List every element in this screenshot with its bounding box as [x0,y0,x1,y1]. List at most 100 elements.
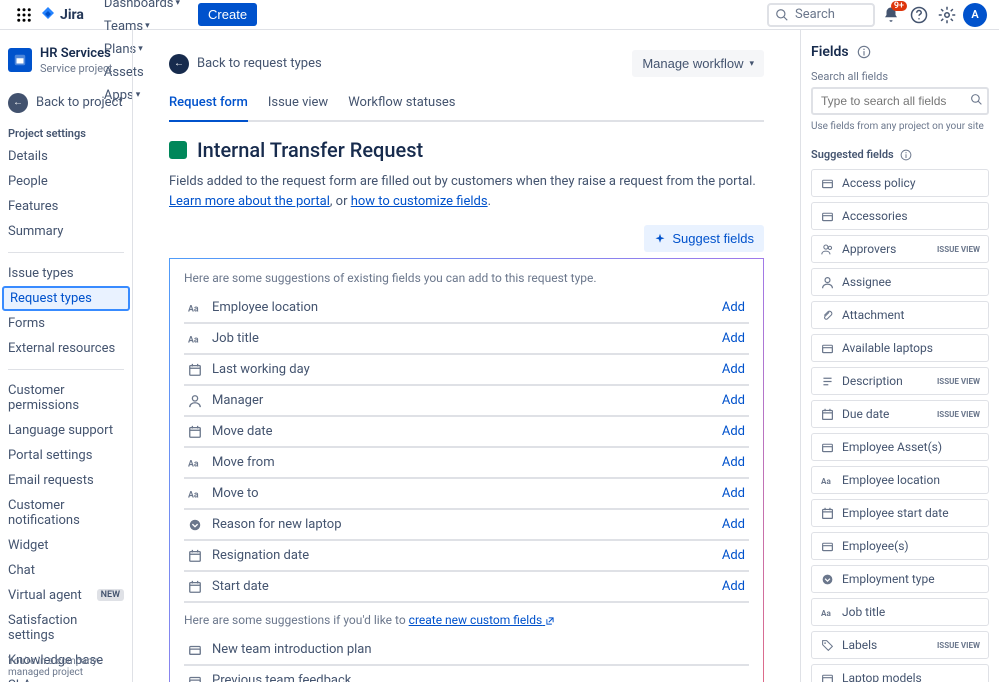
suggestion-row: Resignation date Add [184,541,749,572]
text-icon [820,473,834,487]
manage-workflow-button[interactable]: Manage workflow▾ [632,50,764,77]
folder-icon [188,674,202,682]
sidebar-item-summary[interactable]: Summary [0,219,132,244]
field-item-job-title[interactable]: Job title [811,598,989,626]
existing-intro: Here are some suggestions of existing fi… [184,271,749,285]
global-search[interactable]: Search [767,3,875,27]
field-item-employment-type[interactable]: Employment type [811,565,989,593]
add-field-link[interactable]: Add [722,362,745,377]
sidebar-item-external-resources[interactable]: External resources [0,336,132,361]
sidebar-item-widget[interactable]: Widget [0,533,132,558]
field-name: Move from [212,455,275,470]
field-item-description[interactable]: DescriptionISSUE VIEW [811,367,989,395]
folder-icon [820,176,834,190]
para-icon [820,374,834,388]
users-icon [820,242,834,256]
date-icon [188,363,202,377]
add-field-link[interactable]: Add [722,331,745,346]
add-field-link[interactable]: Add [722,517,745,532]
app-switcher-icon[interactable] [12,3,36,27]
field-item-employee-start-date[interactable]: Employee start date [811,499,989,527]
tab-issue-view[interactable]: Issue view [268,89,328,120]
text-icon [188,456,202,470]
sparkle-icon [654,233,666,245]
field-item-available-laptops[interactable]: Available laptops [811,334,989,362]
suggest-fields-button[interactable]: Suggest fields [644,225,764,252]
field-item-accessories[interactable]: Accessories [811,202,989,230]
field-name: Employee location [212,300,318,315]
date-icon [188,549,202,563]
folder-icon [188,643,202,657]
learn-more-link[interactable]: Learn more about the portal [169,194,330,209]
add-field-link[interactable]: Add [722,300,745,315]
project-type: Service project [40,62,112,75]
suggestion-row: Job title Add [184,324,749,355]
notifications-icon[interactable]: 9+ [879,3,903,27]
field-item-laptop-models[interactable]: Laptop models [811,664,989,682]
project-icon [8,48,32,72]
field-name: Resignation date [212,548,309,563]
field-item-employee-asset-s-[interactable]: Employee Asset(s) [811,433,989,461]
main-content: ← Back to request types Manage workflow▾… [133,30,800,682]
sidebar-item-portal-settings[interactable]: Portal settings [0,443,132,468]
sidebar-item-details[interactable]: Details [0,144,132,169]
field-item-access-policy[interactable]: Access policy [811,169,989,197]
search-icon [775,8,789,22]
sidebar-item-virtual-agent[interactable]: Virtual agentNEW [0,583,132,608]
suggestion-row: Last working day Add [184,355,749,386]
description: Fields added to the request form are fil… [169,172,764,211]
tab-workflow-statuses[interactable]: Workflow statuses [348,89,455,120]
sidebar-item-email-requests[interactable]: Email requests [0,468,132,493]
date-icon [820,506,834,520]
avatar[interactable]: A [963,3,987,27]
sidebar-item-chat[interactable]: Chat [0,558,132,583]
add-field-link[interactable]: Add [722,393,745,408]
help-icon[interactable] [907,3,931,27]
sidebar-item-satisfaction-settings[interactable]: Satisfaction settings [0,608,132,648]
nav-dashboards[interactable]: Dashboards ▾ [96,0,188,15]
field-search-input[interactable] [811,87,989,115]
sidebar-item-customer-notifications[interactable]: Customer notifications [0,493,132,533]
field-item-employee-location[interactable]: Employee location [811,466,989,494]
field-item-employee-s-[interactable]: Employee(s) [811,532,989,560]
field-item-labels[interactable]: LabelsISSUE VIEW [811,631,989,659]
suggestion-row: ManagerAdd [184,386,749,417]
user-icon [188,394,202,408]
sidebar-item-customer-permissions[interactable]: Customer permissions [0,378,132,418]
folder-icon [820,209,834,223]
field-item-assignee[interactable]: Assignee [811,268,989,296]
field-item-due-date[interactable]: Due dateISSUE VIEW [811,400,989,428]
field-name: Job title [212,331,259,346]
sidebar-item-features[interactable]: Features [0,194,132,219]
field-name: Previous team feedback [212,673,351,682]
jira-logo[interactable]: Jira [40,7,84,23]
sidebar-item-people[interactable]: People [0,169,132,194]
sidebar-item-language-support[interactable]: Language support [0,418,132,443]
folder-icon [820,440,834,454]
add-field-link[interactable]: Add [722,548,745,563]
back-to-project[interactable]: ← Back to project [0,87,132,119]
dropdown-icon [820,572,834,586]
create-custom-fields-link[interactable]: create new custom fields [409,613,556,627]
create-button[interactable]: Create [198,3,257,26]
text-icon [188,487,202,501]
customize-fields-link[interactable]: how to customize fields [351,194,488,209]
settings-icon[interactable] [935,3,959,27]
tab-request-form[interactable]: Request form [169,89,248,120]
suggested-fields-header: Suggested fields [811,148,989,161]
field-item-attachment[interactable]: Attachment [811,301,989,329]
add-field-link[interactable]: Add [722,424,745,439]
sidebar-item-forms[interactable]: Forms [0,311,132,336]
sidebar-item-request-types[interactable]: Request types [2,286,130,311]
fields-hint: Use fields from any project on your site [811,121,989,132]
add-field-link[interactable]: Add [722,579,745,594]
text-icon [188,332,202,346]
add-field-link[interactable]: Add [722,455,745,470]
add-field-link[interactable]: Add [722,486,745,501]
field-name: Start date [212,579,269,594]
field-name: Last working day [212,362,310,377]
sidebar-item-issue-types[interactable]: Issue types [0,261,132,286]
field-item-approvers[interactable]: ApproversISSUE VIEW [811,235,989,263]
info-icon[interactable] [857,45,871,59]
back-to-request-types[interactable]: ← Back to request types [169,54,322,74]
